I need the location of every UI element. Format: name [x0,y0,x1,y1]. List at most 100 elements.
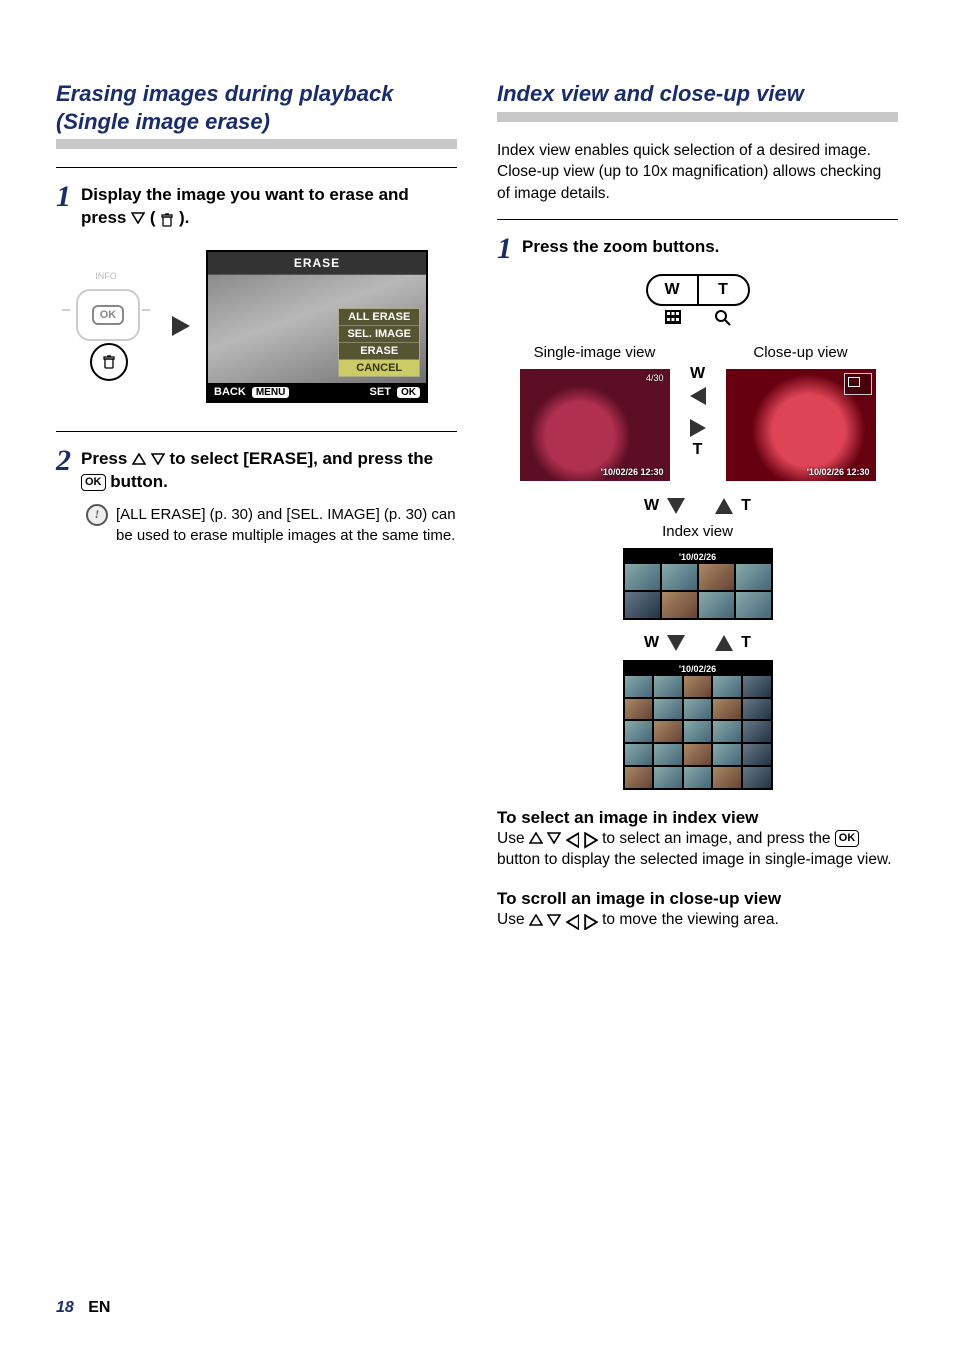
grid-4 [625,564,771,619]
thumb-stamp: '10/02/26 12:30 [601,467,664,477]
grid-cell [654,699,682,720]
erase-screen-title: ERASE [208,252,426,275]
menu-pill: MENU [252,387,289,398]
grid-icon [665,310,681,326]
page-lang: EN [88,1299,110,1316]
sub1-b: to select an image, and press the [602,830,835,847]
grid-cell [625,767,653,788]
grid-cell [713,699,741,720]
sub1-body: Use to select an image, and press the OK… [497,828,898,871]
grid-cell [625,744,653,765]
single-view-thumb: 4/30 '10/02/26 12:30 [520,369,670,481]
pad-left-dash [62,309,70,311]
page-number: 18 [56,1299,74,1316]
grid-cell [684,767,712,788]
sub2-a: Use [497,911,529,928]
grid-cell [743,721,771,742]
intro-text: Index view enables quick selection of a … [497,140,898,205]
index-date: '10/02/26 [625,662,771,676]
grid-cell [662,564,697,590]
zoom-buttons-figure: W T [497,274,898,326]
section-title-erase: Erasing images during playback (Single i… [56,80,457,149]
step-1-text: Display the image you want to erase and … [81,184,457,230]
set-label: SET OK [370,386,420,398]
erase-menu: ALL ERASE SEL. IMAGE ERASE CANCEL [338,308,420,377]
subhead-scroll-closeup: To scroll an image in close-up view [497,889,898,909]
erase-menu-item: SEL. IMAGE [339,326,419,343]
step-2-text: Press to select [ERASE], and press the O… [81,448,457,494]
erase-screen: ERASE ALL ERASE SEL. IMAGE ERASE CANCEL … [206,250,428,403]
grid-cell [684,699,712,720]
ok-button-label: OK [92,305,125,325]
thumb-stamp: '10/02/26 12:30 [807,467,870,477]
step-1-right: 1 Press the zoom buttons. [497,236,898,264]
grid-cell [654,676,682,697]
sub1-a: Use [497,830,529,847]
info-label: INFO [56,271,156,281]
arrow-right-icon [172,316,190,336]
grid-cell [743,744,771,765]
left-triangle-icon [566,914,580,926]
up-triangle-icon [529,832,543,844]
erase-menu-item-selected: CANCEL [339,360,419,376]
note-icon: ! [86,504,108,526]
grid-cell [713,744,741,765]
left-triangle-icon [566,832,580,844]
down-triangle-icon [547,832,561,844]
index-grid-2x4: '10/02/26 [623,548,773,621]
subhead-select-index: To select an image in index view [497,808,898,828]
step-1: 1 Display the image you want to erase an… [56,184,457,230]
step1-part-b: ( [150,208,156,227]
grid-cell [743,767,771,788]
trash-button-circle [90,343,128,381]
w-label: W [644,497,659,515]
grid-cell [625,721,653,742]
step2-part-c: button. [110,472,168,491]
grid-cell [713,676,741,697]
single-view-col: Single-image view 4/30 '10/02/26 12:30 [520,344,670,481]
grid-cell [625,564,660,590]
closeup-view-thumb: '10/02/26 12:30 [726,369,876,481]
grid-cell [713,721,741,742]
zoom-rocker: W T [646,274,750,306]
sub2-body: Use to move the viewing area. [497,909,898,931]
zoom-t-label: T [699,276,748,304]
grid-cell [736,592,771,618]
step-number: 1 [497,234,512,264]
arrow-left-icon [690,387,706,405]
trash-icon [102,355,116,369]
grid-cell [684,744,712,765]
t-label: T [693,441,703,459]
arrow-up-icon [715,635,733,651]
sub1-c: button to display the selected image in … [497,851,892,868]
page-footer: 18 EN [56,1299,110,1317]
closeup-inset-indicator [844,373,872,395]
grid-cell [625,592,660,618]
arrow-down-icon [667,635,685,651]
wt-row-2: W T [644,634,751,652]
grid-cell [699,564,734,590]
step-number: 2 [56,446,71,476]
up-triangle-icon [132,453,146,465]
divider [56,167,457,168]
arrow-down-icon [667,498,685,514]
grid-cell [654,721,682,742]
grid-cell [654,744,682,765]
control-pad: INFO OK [56,271,156,381]
step2-part-a: Press [81,449,132,468]
grid-cell [625,699,653,720]
note-text: [ALL ERASE] (p. 30) and [SEL. IMAGE] (p.… [116,504,457,546]
thumb-counter: 4/30 [646,373,664,383]
grid-cell [654,767,682,788]
back-text: BACK [214,386,246,398]
closeup-view-col: Close-up view '10/02/26 12:30 [726,344,876,481]
grid-5 [625,676,771,788]
t-label: T [741,634,751,652]
two-column-layout: Erasing images during playback (Single i… [56,70,898,931]
figure-dpad-and-screen: INFO OK ERASE [56,250,457,403]
trash-icon [160,211,174,225]
grid-cell [713,767,741,788]
right-triangle-icon [584,832,598,844]
grid-cell [684,721,712,742]
single-closeup-row: Single-image view 4/30 '10/02/26 12:30 W… [497,344,898,481]
